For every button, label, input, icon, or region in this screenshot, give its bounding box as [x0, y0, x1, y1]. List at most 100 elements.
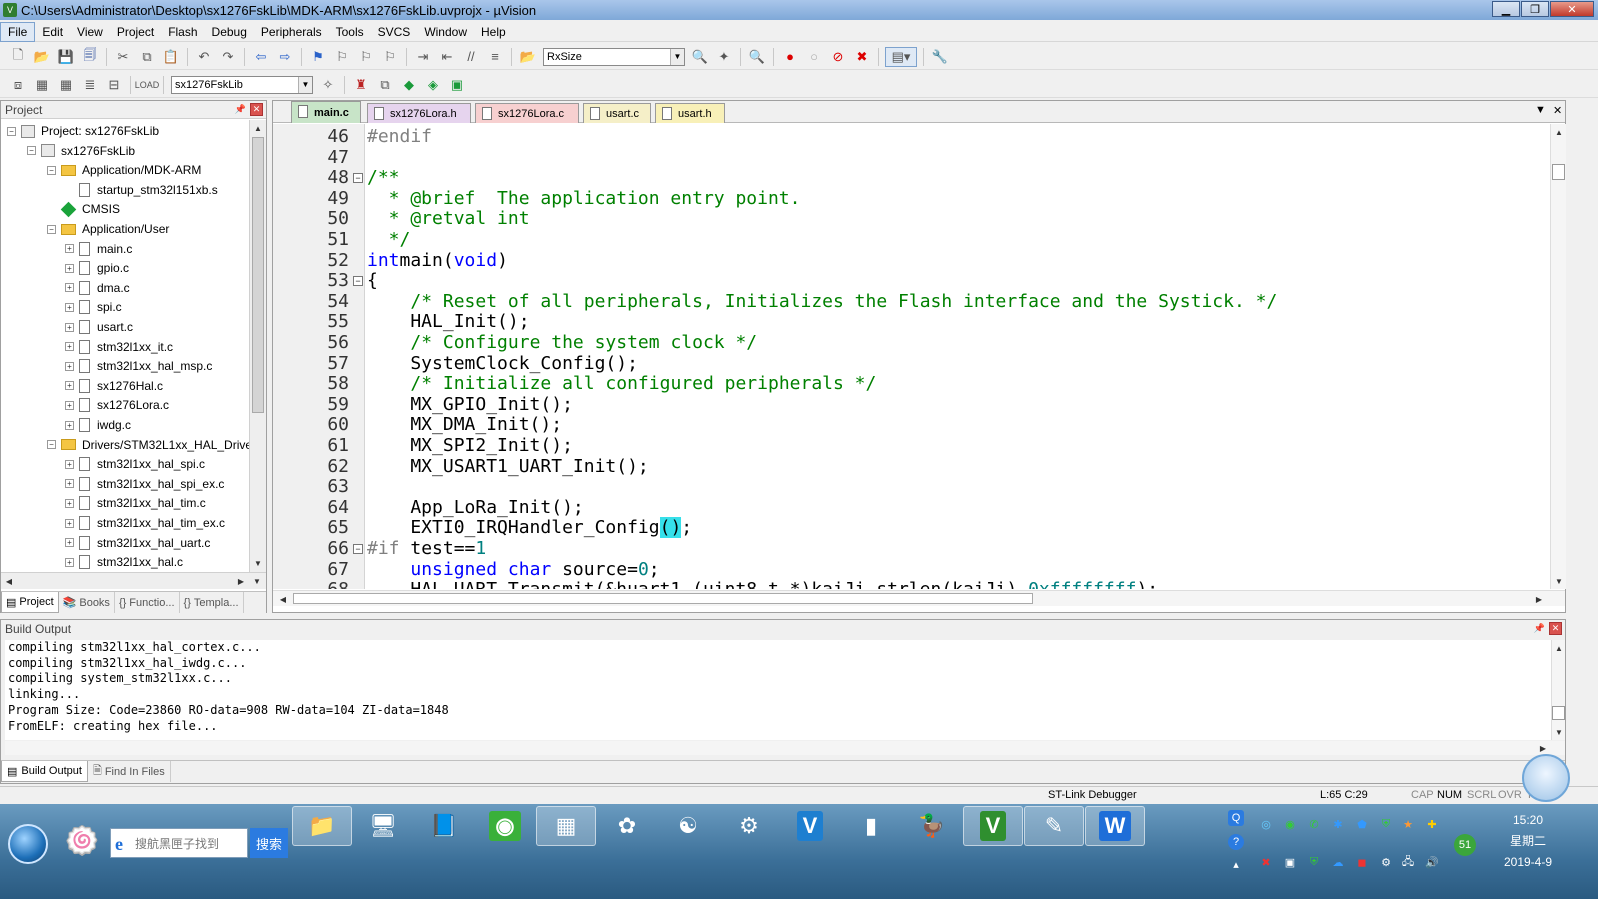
comment-icon[interactable]: // [461, 47, 481, 67]
taskbar-app-button[interactable]: 🦆 [902, 806, 962, 846]
start-menu-app-icon[interactable]: 🍥 [64, 824, 100, 860]
tray-plus-icon[interactable]: ✚ [1424, 816, 1440, 832]
tree-item[interactable]: − Project: sx1276FskLib [7, 121, 159, 141]
tree-item[interactable]: − Application/User [47, 219, 169, 239]
bookmark-toggle-icon[interactable]: ⚑ [308, 47, 328, 67]
scroll-left-icon[interactable]: ◀ [275, 591, 291, 607]
tray-bluetooth-icon[interactable]: ✱ [1330, 816, 1346, 832]
breakpoint-enable-icon[interactable]: ○ [804, 47, 824, 67]
collapse-icon[interactable]: − [7, 126, 16, 136]
tree-item[interactable]: + dma.c [65, 278, 130, 298]
scroll-down-icon[interactable]: ▼ [249, 573, 265, 589]
tray-app-icon[interactable]: ◎ [1258, 816, 1274, 832]
expand-icon[interactable]: + [65, 557, 74, 567]
wechat-icon[interactable]: ✆ [1306, 816, 1322, 832]
scroll-right-icon[interactable]: ▶ [233, 573, 249, 589]
code-line[interactable]: * @brief The application entry point. [367, 188, 801, 209]
start-button[interactable] [8, 824, 48, 864]
bookmark-next-icon[interactable]: ⚐ [356, 47, 376, 67]
taskbar-app-button[interactable]: W [1085, 806, 1145, 846]
target-options-icon[interactable]: ✧ [318, 75, 338, 95]
stop-build-icon[interactable]: ⊟ [104, 75, 124, 95]
tray-security-icon[interactable]: ⛨ [1378, 816, 1394, 832]
tab-build-output[interactable]: ▤ Build Output [1, 761, 88, 782]
taskbar-app-button[interactable]: V [963, 806, 1023, 846]
uncomment-icon[interactable]: ≡ [485, 47, 505, 67]
menu-svcs[interactable]: SVCS [371, 23, 418, 41]
cut-icon[interactable]: ✂ [113, 47, 133, 67]
tab-books[interactable]: 📚 Books [59, 592, 115, 613]
tree-item[interactable]: + stm32l1xx_hal_tim.c [65, 493, 206, 513]
scroll-down-icon[interactable]: ▼ [1551, 573, 1567, 589]
tree-item[interactable]: + stm32l1xx_hal.c [65, 552, 183, 572]
tray-monitor-icon[interactable]: ▣ [1282, 854, 1298, 870]
tree-item[interactable]: + spi.c [65, 297, 122, 317]
restore-button[interactable]: ❐ [1521, 1, 1549, 17]
tree-item[interactable]: + iwdg.c [65, 415, 131, 435]
editor-tab[interactable]: usart.c [583, 103, 651, 123]
code-line[interactable]: intmain(void) [367, 250, 508, 271]
expand-icon[interactable]: + [65, 283, 74, 293]
navigate-back-icon[interactable]: ⇦ [251, 47, 271, 67]
editor-vertical-scrollbar[interactable]: ▲ ▼ [1550, 124, 1566, 589]
open-folder-icon[interactable]: 📂 [32, 47, 52, 67]
tray-expand-icon[interactable]: ▴ [1228, 856, 1244, 872]
expand-icon[interactable]: + [65, 498, 74, 508]
tray-refresh-icon[interactable]: ◉ [1282, 816, 1298, 832]
expand-icon[interactable]: + [65, 322, 74, 332]
build-vertical-scrollbar[interactable]: ▲ ▼ [1551, 640, 1565, 740]
taskbar-app-button[interactable]: 🖥 [353, 806, 413, 846]
tab-list-chevron-icon[interactable]: ▼ [1535, 104, 1546, 116]
scroll-down-icon[interactable]: ▼ [1551, 724, 1567, 740]
tree-vertical-scrollbar[interactable]: ▲ ▼ [249, 120, 266, 572]
tab-templa[interactable]: {} Templa... [180, 592, 244, 613]
code-line[interactable]: MX_USART1_UART_Init(); [367, 456, 648, 477]
menu-file[interactable]: File [0, 21, 36, 42]
taskbar-app-button[interactable]: ▦ [536, 806, 596, 846]
collapse-icon[interactable]: − [47, 440, 56, 450]
expand-icon[interactable]: + [65, 479, 74, 489]
pin-icon[interactable]: 📌 [1533, 622, 1546, 635]
taskbar-app-button[interactable]: V [780, 806, 840, 846]
tray-cloud-icon[interactable]: ☁ [1330, 854, 1346, 870]
configure-icon[interactable]: 🔧 [930, 47, 950, 67]
search-button[interactable]: 搜索 [250, 828, 288, 858]
code-line[interactable]: * @retval int [367, 208, 530, 229]
redo-icon[interactable]: ↷ [218, 47, 238, 67]
collapse-icon[interactable]: − [27, 146, 36, 156]
code-line[interactable]: HAL_UART_Transmit(&huart1,(uint8_t *)kai… [367, 579, 1158, 589]
translate-icon[interactable]: ⧈ [8, 75, 28, 95]
pack-installer-icon[interactable]: ◆ [399, 75, 419, 95]
taskbar-app-button[interactable]: ☯ [658, 806, 718, 846]
indent-icon[interactable]: ⇥ [413, 47, 433, 67]
expand-icon[interactable]: + [65, 420, 74, 430]
tray-shield-icon[interactable]: ⬟ [1354, 816, 1370, 832]
batch-build-icon[interactable]: ≣ [80, 75, 100, 95]
taskbar-app-button[interactable]: ▮ [841, 806, 901, 846]
run-time-env-icon[interactable]: ▣ [447, 75, 467, 95]
tree-item[interactable]: + stm32l1xx_hal_spi_ex.c [65, 474, 224, 494]
tree-item[interactable]: + stm32l1xx_hal_msp.c [65, 356, 212, 376]
find-icon[interactable]: 🔍 [690, 47, 710, 67]
undo-icon[interactable]: ↶ [194, 47, 214, 67]
tray-badge[interactable]: 51 [1454, 834, 1476, 856]
expand-icon[interactable]: + [65, 459, 74, 469]
tree-item[interactable]: + gpio.c [65, 258, 129, 278]
code-line[interactable]: { [367, 270, 378, 291]
taskbar-app-button[interactable]: ✿ [597, 806, 657, 846]
close-button[interactable]: ✕ [1550, 1, 1594, 17]
window-layout-icon[interactable]: ▤▾ [885, 46, 917, 67]
code-line[interactable]: #if test==1 [367, 538, 486, 559]
expand-icon[interactable]: + [65, 263, 74, 273]
select-packs-icon[interactable]: ◈ [423, 75, 443, 95]
tree-item[interactable]: − Drivers/STM32L1xx_HAL_Driver [47, 435, 249, 455]
tray-close-app-icon[interactable]: ✖ [1258, 854, 1274, 870]
menu-flash[interactable]: Flash [161, 23, 204, 41]
menu-project[interactable]: Project [110, 23, 161, 41]
editor-scroll-thumb[interactable] [1552, 164, 1565, 180]
scroll-right-icon[interactable]: ▶ [1531, 591, 1547, 607]
debug-session-icon[interactable]: 🔍 [747, 47, 767, 67]
collapse-icon[interactable]: − [47, 165, 56, 175]
build-output-text[interactable]: compiling stm32l1xx_hal_cortex.c... compi… [5, 640, 1551, 740]
taskbar-app-button[interactable]: 📘 [414, 806, 474, 846]
